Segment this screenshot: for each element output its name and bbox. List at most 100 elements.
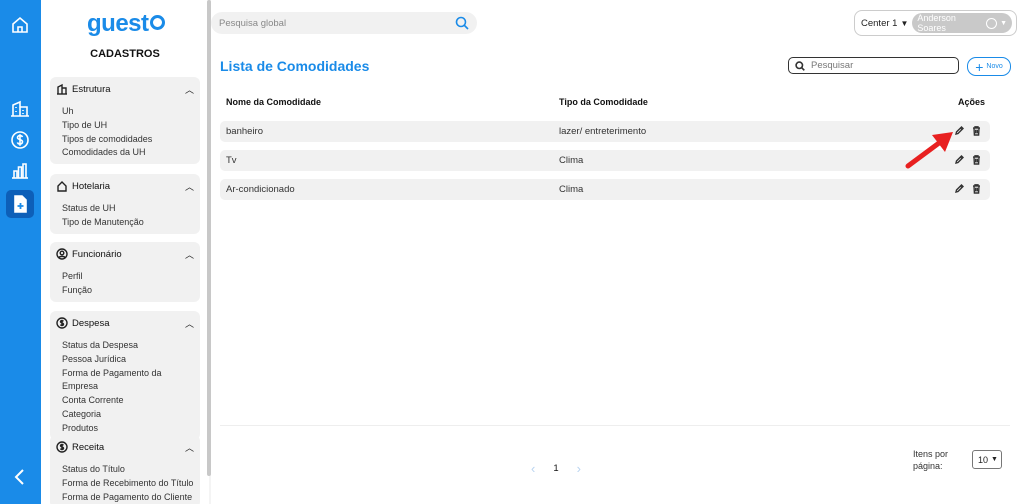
sidebar-item[interactable]: Forma de Recebimento do Título <box>62 477 200 491</box>
row-actions <box>954 183 982 194</box>
plus-icon: + <box>975 58 984 75</box>
sidebar-item[interactable]: Status de UH <box>62 202 200 216</box>
chevron-up-icon[interactable]: ︿ <box>185 441 194 454</box>
sidebar-item[interactable]: Forma de Pagamento do Cliente <box>62 491 200 504</box>
logo-mark <box>149 15 165 30</box>
building-icon <box>57 83 67 95</box>
user-menu[interactable]: Anderson Soares ▼ <box>912 13 1012 33</box>
user-icon <box>56 248 68 260</box>
sidebar-group-header[interactable]: Receita ︿ <box>50 435 200 459</box>
user-name: Anderson Soares <box>917 13 956 33</box>
per-page-value: 10 <box>978 454 989 465</box>
sidebar-group-funcionário: Funcionário ︿ Perfil Função <box>50 242 200 302</box>
sidebar-item[interactable]: Categoria <box>62 408 200 422</box>
add-file-icon[interactable] <box>8 192 32 216</box>
home-icon <box>57 181 67 192</box>
search-icon <box>795 60 805 71</box>
sidebar-group-title: Funcionário <box>72 248 122 260</box>
sidebar-item[interactable]: Tipo de UH <box>62 119 200 133</box>
dollar-icon <box>56 441 68 453</box>
main-content: Pesquisa global Center 1 ▼ Anderson Soar… <box>211 0 1024 504</box>
column-header-actions: Ações <box>958 97 986 107</box>
sidebar-item[interactable]: Tipo de Manutenção <box>62 216 200 230</box>
table-footer-divider <box>220 425 1010 426</box>
center-select[interactable]: Center 1 <box>861 18 897 29</box>
table-row: Ar-condicionado Clima <box>220 179 990 200</box>
chevron-up-icon[interactable]: ︿ <box>185 248 194 261</box>
sidebar-group-title: Despesa <box>72 317 110 329</box>
sidebar-group-hotelaria: Hotelaria ︿ Status de UH Tipo de Manutenção <box>50 174 200 234</box>
sidebar-group-receita: Receita ︿ Status do Título Forma de Recebim… <box>50 435 200 504</box>
cell-name: Ar-condicionado <box>226 184 295 195</box>
trash-icon[interactable] <box>971 154 982 165</box>
page-title: Lista de Comodidades <box>220 58 370 74</box>
sidebar-item[interactable]: Uh <box>62 105 200 119</box>
sidebar-group-header[interactable]: Hotelaria ︿ <box>50 174 200 198</box>
pagination: ‹ 1 › <box>531 461 581 476</box>
edit-icon[interactable] <box>954 183 965 194</box>
user-icon <box>986 17 998 29</box>
sidebar-group-title: Receita <box>72 441 105 453</box>
header-controls: Center 1 ▼ Anderson Soares ▼ <box>854 10 1017 36</box>
sidebar-item[interactable]: Função <box>62 284 200 298</box>
sidebar-group-title: Hotelaria <box>72 180 111 192</box>
sidebar-group-estrutura: Estrutura ︿ Uh Tipo de UH Tipos de comodidad… <box>50 77 200 165</box>
cell-type: Clima <box>559 155 584 166</box>
annotation-arrow <box>905 132 953 169</box>
sidebar-item[interactable]: Pessoa Jurídica <box>62 353 200 367</box>
search-placeholder: Pesquisar <box>811 60 854 71</box>
building-icon[interactable] <box>8 97 32 121</box>
next-page-icon[interactable]: › <box>577 461 581 476</box>
chevron-up-icon[interactable]: ︿ <box>185 317 194 330</box>
chart-icon[interactable] <box>8 159 32 183</box>
sidebar-group-header[interactable]: Estrutura ︿ <box>50 77 200 101</box>
row-actions <box>954 154 982 165</box>
sidebar-item[interactable]: Comodidades da UH <box>62 146 200 160</box>
home-icon[interactable] <box>8 13 32 37</box>
sidebar-item[interactable]: Produtos <box>62 422 200 436</box>
dollar-icon[interactable] <box>8 128 32 152</box>
per-page-select[interactable]: 10 ▼ <box>972 450 1002 469</box>
chevron-down-icon: ▼ <box>1000 19 1007 27</box>
sidebar-group-header[interactable]: Despesa ︿ <box>50 311 200 335</box>
cell-name: banheiro <box>226 126 263 137</box>
cell-name: Tv <box>226 155 237 166</box>
cell-type: lazer/ entreterimento <box>559 126 647 137</box>
per-page-label: Itens por página: <box>913 449 949 471</box>
global-search-placeholder: Pesquisa global <box>219 17 287 29</box>
sidebar-group-title: Estrutura <box>72 83 111 95</box>
nav-rail <box>0 0 41 504</box>
dollar-icon <box>56 317 68 329</box>
column-header-name: Nome da Comodidade <box>226 97 322 107</box>
column-header-type: Tipo da Comodidade <box>559 97 648 107</box>
chevron-up-icon[interactable]: ︿ <box>185 83 194 96</box>
new-button-label: Novo <box>986 63 1003 70</box>
global-search-input[interactable]: Pesquisa global <box>211 12 477 34</box>
search-icon[interactable] <box>455 16 469 30</box>
search-input[interactable]: Pesquisar <box>788 57 959 74</box>
sidebar-group-header[interactable]: Funcionário ︿ <box>50 242 200 266</box>
cell-type: Clima <box>559 184 584 195</box>
logo-text: guest <box>87 10 149 37</box>
sidebar-item[interactable]: Perfil <box>62 270 200 284</box>
sidebar-item[interactable]: Conta Corrente <box>62 394 200 408</box>
logo: guest <box>87 10 165 38</box>
row-actions <box>954 125 982 136</box>
page-number[interactable]: 1 <box>553 463 558 474</box>
sidebar-item[interactable]: Status do Título <box>62 463 200 477</box>
chevron-down-icon[interactable]: ▼ <box>900 19 908 28</box>
trash-icon[interactable] <box>971 183 982 194</box>
chevron-down-icon: ▼ <box>991 456 998 463</box>
prev-page-icon[interactable]: ‹ <box>531 461 535 476</box>
sidebar-title: CADASTROS <box>90 48 160 60</box>
chevron-left-icon[interactable] <box>8 465 32 489</box>
chevron-up-icon[interactable]: ︿ <box>185 180 194 193</box>
sidebar-item[interactable]: Status da Despesa <box>62 339 200 353</box>
trash-icon[interactable] <box>971 125 982 136</box>
sidebar-group-despesa: Despesa ︿ Status da Despesa Pessoa Jurídica… <box>50 311 200 440</box>
new-button[interactable]: + Novo <box>967 57 1011 76</box>
table-row: banheiro lazer/ entreterimento <box>220 121 990 142</box>
sidebar: guest CADASTROS Estrutura ︿ Uh Tipo de UH Ti… <box>41 0 209 504</box>
sidebar-item[interactable]: Tipos de comodidades <box>62 133 200 147</box>
sidebar-item[interactable]: Forma de Pagamento da Empresa <box>62 367 200 395</box>
